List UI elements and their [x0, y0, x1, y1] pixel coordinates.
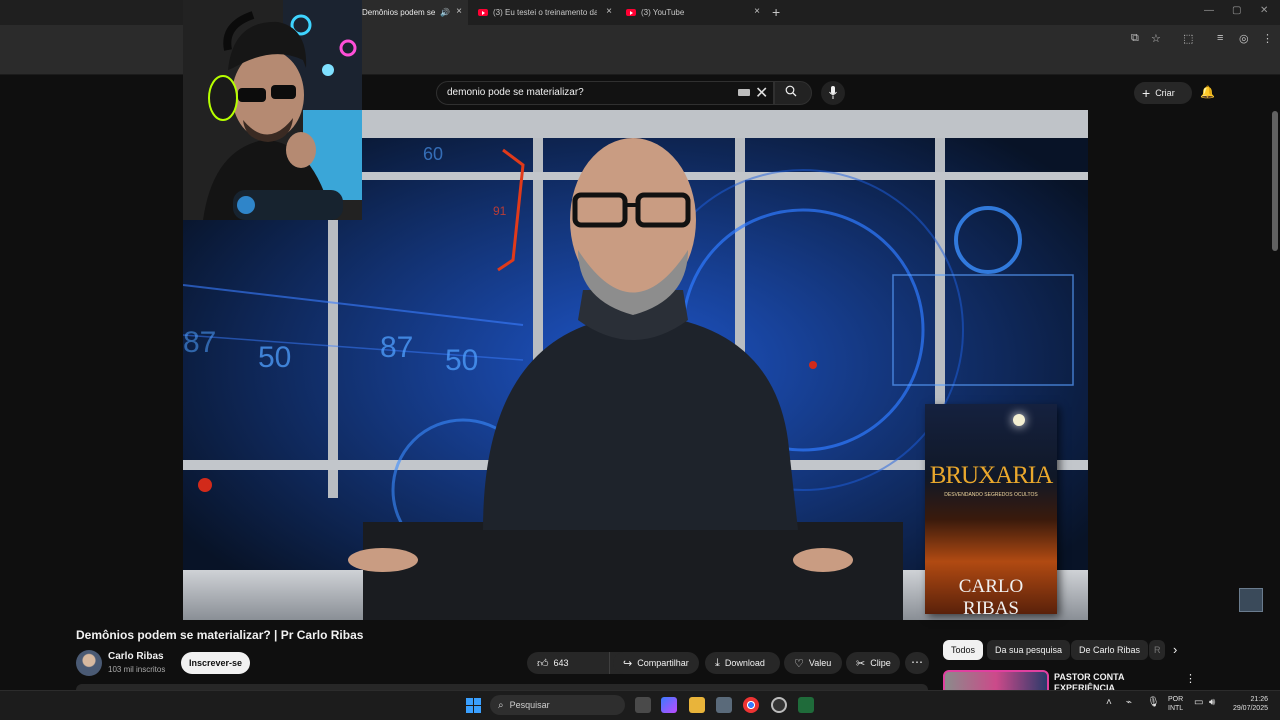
speaker-icon: 🔊 — [440, 8, 450, 17]
share-button[interactable]: ↪ Compartilhar — [613, 652, 699, 674]
search-icon: ⌕ — [498, 699, 504, 711]
close-tab-icon[interactable]: × — [606, 6, 612, 17]
tab-current-video[interactable]: Demônios podem se ma 🔊 × — [362, 0, 468, 25]
tray-chevron-icon[interactable]: ˄ — [1106, 697, 1112, 708]
webcam-feed — [183, 0, 362, 220]
thanks-button[interactable]: ♡ Valeu — [784, 652, 842, 674]
screen: Demônios podem se ma 🔊 × (3) Eu testei o… — [0, 0, 1280, 720]
keyboard-icon[interactable] — [738, 89, 750, 96]
search-icon — [785, 85, 797, 97]
search-query: demonio pode se materializar? — [447, 87, 584, 98]
plus-icon: + — [1142, 85, 1151, 101]
moon-graphic — [1013, 414, 1025, 426]
clip-button[interactable]: ✂ Clipe — [846, 652, 900, 674]
book-author: CARLO RIBAS — [958, 576, 1024, 619]
channel-avatar[interactable] — [76, 650, 102, 676]
thanks-label: Valeu — [808, 658, 832, 668]
notifications-bell-icon[interactable]: 🔔 — [1200, 85, 1215, 99]
obs-icon[interactable] — [771, 697, 787, 713]
extensions-icon[interactable]: ⬚ — [1183, 32, 1193, 45]
book-title: BRUXARIA — [929, 462, 1054, 489]
subscriber-count: 103 mil inscritos — [108, 665, 166, 674]
youtube-icon — [478, 9, 488, 16]
book-subtitle: DESVENDANDO SEGREDOS OCULTOS — [944, 492, 1038, 498]
more-actions-button[interactable]: ⋯ — [905, 652, 929, 674]
like-button[interactable]: 👍︎ 643 — [527, 652, 609, 674]
overlay-number: 60 — [423, 144, 443, 164]
subscribe-button[interactable]: Inscrever-se — [181, 652, 250, 674]
share-label: Compartilhar — [637, 658, 689, 668]
tab-label: Demônios podem se ma — [362, 8, 438, 17]
minimize-button[interactable]: — — [1204, 5, 1214, 16]
chip-all[interactable]: Todos — [943, 640, 984, 660]
volume-icon[interactable]: 🔊︎ — [1209, 697, 1215, 708]
new-tab-button[interactable]: + — [772, 4, 780, 20]
overlay-number: 87 — [183, 326, 216, 359]
file-explorer-icon[interactable] — [689, 697, 705, 713]
related-thumbnail[interactable] — [943, 670, 1049, 692]
youtube-icon — [626, 9, 636, 16]
tab-training[interactable]: (3) Eu testei o treinamento da S × — [470, 0, 618, 25]
microphone-icon — [829, 86, 837, 99]
chevron-right-icon[interactable]: › — [1173, 642, 1177, 657]
book-cover: BRUXARIA DESVENDANDO SEGREDOS OCULTOS CA… — [925, 404, 1057, 619]
channel-watermark[interactable] — [1239, 588, 1263, 612]
cast-icon[interactable]: ⧉ — [1131, 32, 1139, 45]
clock-time: 21:26 — [1250, 696, 1268, 703]
tab-label: (3) YouTube — [641, 8, 685, 17]
excel-icon[interactable] — [798, 697, 814, 713]
overlay-number: 50 — [258, 341, 291, 374]
chip-from-channel[interactable]: De Carlo Ribas — [1071, 640, 1149, 660]
thanks-icon: ♡ — [794, 657, 804, 670]
chip-related[interactable]: R — [1149, 640, 1165, 660]
streamer-webcam — [183, 0, 362, 220]
system-clock[interactable]: 21:26 29/07/2025 — [1228, 695, 1268, 713]
download-label: Download — [724, 658, 765, 668]
overlay-number: 91 — [493, 204, 507, 218]
task-view-icon[interactable] — [635, 697, 651, 713]
download-button[interactable]: ⤓ Download — [705, 652, 780, 674]
create-label: Criar — [1155, 88, 1175, 98]
copilot-icon[interactable] — [661, 697, 677, 713]
close-tab-icon[interactable]: × — [456, 6, 462, 17]
overlay-number: 87 — [380, 331, 413, 364]
chip-from-search[interactable]: Da sua pesquisa — [987, 640, 1071, 660]
tab-youtube[interactable]: (3) YouTube × — [618, 0, 766, 25]
tab-label: (3) Eu testei o treinamento da S — [493, 8, 597, 17]
profile-icon[interactable]: ◎ — [1239, 32, 1249, 45]
create-button[interactable]: + Criar — [1134, 82, 1192, 104]
display-icon[interactable]: ▭ — [1194, 697, 1203, 708]
menu-icon[interactable]: ⋮ — [1262, 32, 1273, 45]
taskbar-search[interactable]: ⌕ Pesquisar — [490, 695, 625, 715]
video-title: Demônios podem se materializar? | Pr Car… — [76, 628, 364, 642]
keyboard-layout: INTL — [1168, 705, 1184, 712]
close-tab-icon[interactable]: × — [754, 6, 760, 17]
mic-tray-icon[interactable]: 🎙︎ — [1147, 697, 1160, 708]
download-icon: ⤓ — [715, 656, 720, 669]
media-icon[interactable]: ≡ — [1217, 32, 1223, 44]
page-scrollbar[interactable] — [1272, 111, 1278, 251]
language-code: POR — [1168, 696, 1184, 703]
taskbar-search-label: Pesquisar — [509, 700, 550, 710]
bookmark-star-icon[interactable]: ☆ — [1151, 32, 1161, 45]
clip-label: Clipe — [870, 658, 891, 668]
share-icon: ↪ — [623, 657, 633, 670]
thumbs-up-icon: 👍︎ — [537, 657, 549, 670]
network-icon[interactable]: ⌁ — [1126, 697, 1132, 708]
clock-date: 29/07/2025 — [1232, 705, 1268, 712]
scissors-icon: ✂ — [856, 657, 866, 670]
input-language[interactable]: POR INTL — [1168, 695, 1183, 713]
channel-name[interactable]: Carlo Ribas — [108, 651, 164, 662]
overlay-number: 50 — [445, 344, 478, 377]
store-icon[interactable] — [716, 697, 732, 713]
windows-start-icon[interactable] — [466, 698, 481, 713]
clear-search-icon[interactable]: ✕ — [755, 83, 768, 103]
close-window-button[interactable]: ✕ — [1260, 5, 1268, 16]
chrome-icon[interactable] — [743, 697, 759, 713]
like-count: 643 — [553, 658, 569, 668]
related-menu-icon[interactable]: ⋮ — [1185, 672, 1196, 685]
maximize-button[interactable]: ▢ — [1232, 5, 1241, 16]
